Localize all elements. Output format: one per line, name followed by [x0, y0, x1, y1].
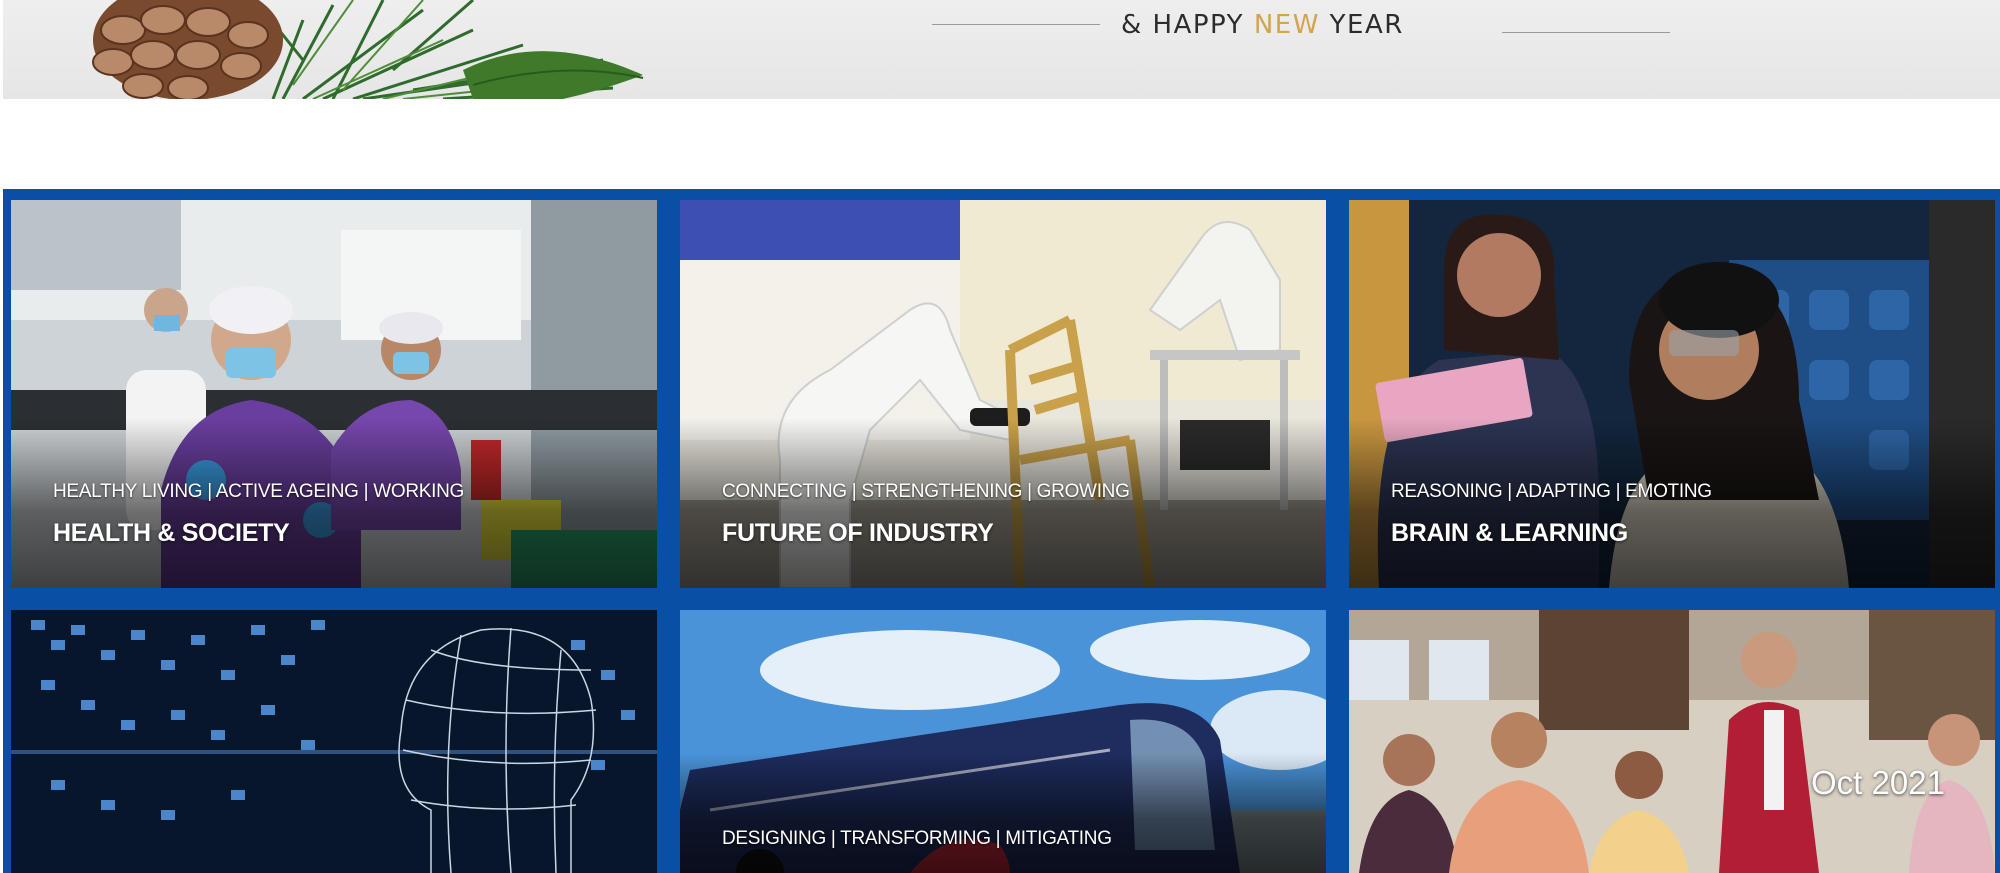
digital-head-photo	[11, 610, 657, 873]
pine-cone-icon	[92, 0, 283, 99]
tile-subtitle: DESIGNING | TRANSFORMING | MITIGATING	[722, 828, 1112, 849]
tile-title: BRAIN & LEARNING	[1391, 519, 1628, 547]
banner-greeting-prefix: & HAPPY	[1121, 10, 1254, 40]
tile-overlay	[680, 418, 1326, 588]
tile-subtitle: CONNECTING | STRENGTHENING | GROWING	[722, 481, 1130, 502]
banner-divider-left	[932, 24, 1100, 25]
date-label: Oct 2021	[1811, 764, 1945, 801]
classroom-students-photo	[1349, 610, 1995, 873]
tile-brain-learning[interactable]: REASONING | ADAPTING | EMOTING BRAIN & L…	[1349, 200, 1995, 588]
research-themes-grid: HEALTHY LIVING | ACTIVE AGEING | WORKING…	[3, 189, 2000, 873]
tile-health-society[interactable]: HEALTHY LIVING | ACTIVE AGEING | WORKING…	[11, 200, 657, 588]
tile-overlay	[11, 418, 657, 588]
tile-subtitle: HEALTHY LIVING | ACTIVE AGEING | WORKING	[53, 481, 465, 502]
tile-title: HEALTH & SOCIETY	[53, 519, 290, 547]
tile-subtitle: REASONING | ADAPTING | EMOTING	[1391, 481, 1712, 502]
banner-greeting-suffix: YEAR	[1319, 10, 1404, 40]
banner-divider-right	[1502, 32, 1670, 33]
banner-greeting-highlight: NEW	[1253, 10, 1320, 40]
holiday-banner: & HAPPY NEW YEAR	[3, 0, 2000, 99]
tile-digital-head[interactable]	[11, 610, 657, 873]
tile-overlay	[680, 753, 1326, 873]
tile-title: FUTURE OF INDUSTRY	[722, 519, 994, 547]
tile-autonomous-bus[interactable]: DESIGNING | TRANSFORMING | MITIGATING	[680, 610, 1326, 873]
banner-greeting: & HAPPY NEW YEAR	[1121, 10, 1404, 40]
pine-branch-decoration	[92, 0, 644, 99]
tile-future-of-industry[interactable]: CONNECTING | STRENGTHENING | GROWING FUT…	[680, 200, 1326, 588]
tile-overlay	[1349, 418, 1995, 588]
tile-classroom[interactable]	[1349, 610, 1995, 873]
